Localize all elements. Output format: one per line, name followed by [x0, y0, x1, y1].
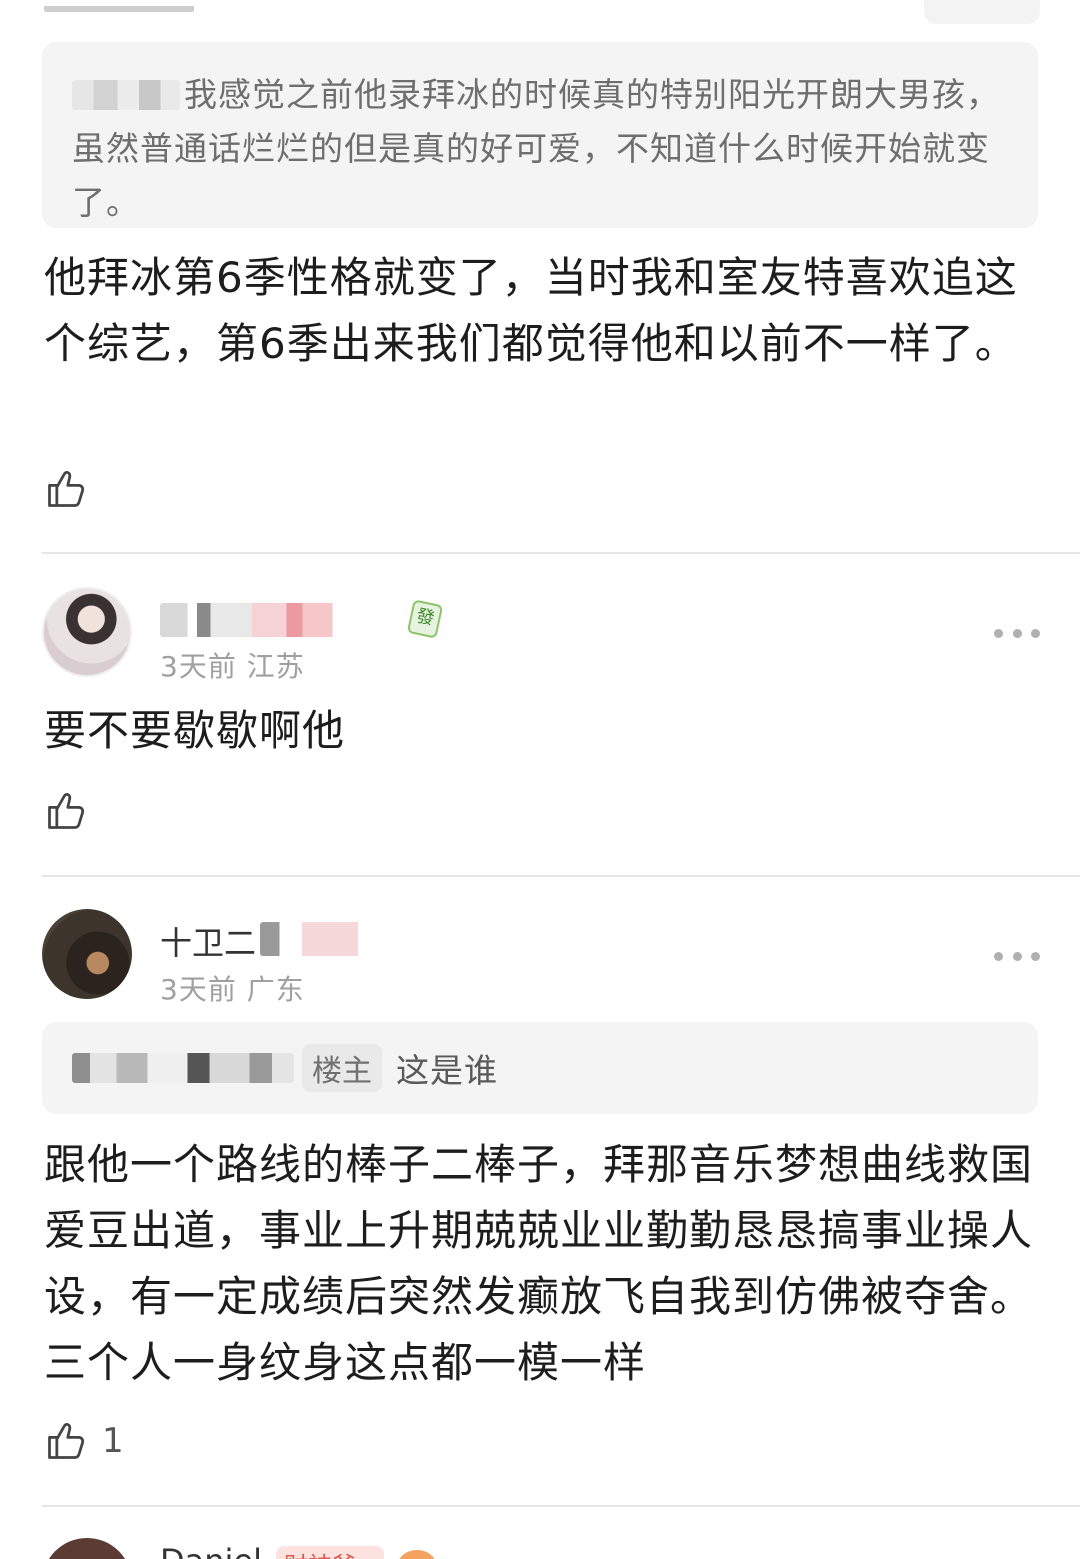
more-options-icon[interactable] — [994, 626, 1040, 640]
like-button[interactable]: 1 — [44, 1416, 124, 1466]
redacted-username — [260, 922, 400, 956]
username[interactable]: 十卫二 — [160, 918, 256, 962]
previous-comment-header-fragment — [0, 0, 1080, 30]
avatar[interactable] — [42, 587, 132, 677]
badge-icon — [398, 1550, 436, 1559]
thumbs-up-icon — [48, 471, 85, 507]
thumbs-up-icon — [48, 793, 85, 829]
divider — [42, 552, 1080, 554]
like-count: 1 — [102, 1421, 124, 1461]
quoted-reply-text: 这是谁 — [396, 1051, 498, 1090]
like-button[interactable] — [44, 786, 102, 836]
avatar[interactable] — [42, 909, 132, 999]
comment-meta: 3天前 广东 — [160, 973, 305, 1006]
avatar[interactable] — [42, 1538, 132, 1559]
comment-text: 跟他一个路线的棒子二棒子，拜那音乐梦想曲线救国爱豆出道，事业上升期兢兢业业勤勤恳… — [44, 1140, 1034, 1387]
redacted-username — [72, 1053, 294, 1083]
quoted-reply[interactable]: 楼主 这是谁 — [42, 1022, 1038, 1114]
quoted-reply-text: 我感觉之前他录拜冰的时候真的特别阳光开朗大男孩，虽然普通话烂烂的但是真的好可爱，… — [72, 75, 1000, 222]
like-button[interactable] — [44, 464, 102, 514]
username-fragment — [44, 0, 194, 12]
comment-text: 要不要歇歇啊他 — [44, 706, 346, 755]
user-badge: 财神爷 — [276, 1546, 384, 1559]
username[interactable]: Daniel — [160, 1542, 262, 1559]
op-tag: 楼主 — [302, 1044, 382, 1092]
thumbs-up-icon — [48, 1423, 85, 1459]
more-options-icon[interactable] — [994, 949, 1040, 963]
comment-text: 他拜冰第6季性格就变了，当时我和室友特喜欢追这个综艺，第6季出来我们都觉得他和以… — [44, 253, 1018, 368]
quoted-reply[interactable]: 我感觉之前他录拜冰的时候真的特别阳光开朗大男孩，虽然普通话烂烂的但是真的好可爱，… — [42, 42, 1038, 228]
divider — [42, 875, 1080, 877]
mahjong-badge-icon: 發 — [406, 599, 444, 639]
redacted-username — [72, 80, 180, 110]
comment-feed: 我感觉之前他录拜冰的时候真的特别阳光开朗大男孩，虽然普通话烂烂的但是真的好可爱，… — [0, 0, 1080, 1559]
reply-chip-fragment[interactable] — [924, 0, 1040, 24]
divider — [42, 1505, 1080, 1507]
redacted-username[interactable] — [160, 603, 390, 637]
comment-meta: 3天前 江苏 — [160, 650, 305, 683]
